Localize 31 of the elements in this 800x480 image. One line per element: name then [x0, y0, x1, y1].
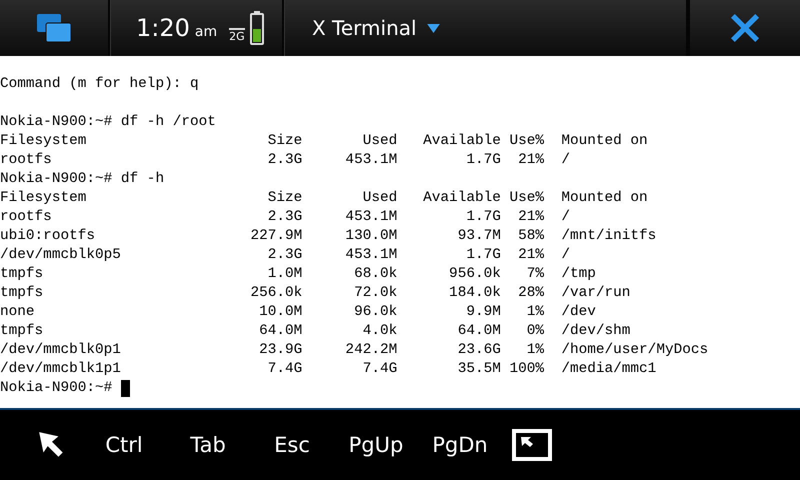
terminal-line: none 10.0M 96.0k 9.9M 1% /dev [0, 303, 596, 322]
terminal-line: /dev/mmcblk0p1 23.9G 242.2M 23.6G 1% /home/user/MyDocs [0, 341, 708, 360]
terminal-area[interactable] [0, 56, 800, 410]
close-icon[interactable] [731, 14, 759, 42]
key-button[interactable]: PgUp [334, 433, 418, 457]
key-button[interactable]: Ctrl [82, 433, 166, 457]
task-switcher-icon[interactable] [37, 14, 71, 42]
terminal-line: tmpfs 1.0M 68.0k 956.0k 7% /tmp [0, 265, 596, 284]
terminal-line: ubi0:rootfs 227.9M 130.0M 93.7M 58% /mnt/initfs [0, 227, 656, 246]
terminal-line: Filesystem Size Used Available Use% Mounted on [0, 132, 648, 151]
key-button[interactable]: Esc [250, 433, 334, 457]
clock-time: 1:20 [136, 14, 190, 42]
terminal-line: tmpfs 256.0k 72.0k 184.0k 28% /var/run [0, 284, 630, 303]
clock-ampm: am [194, 24, 218, 40]
terminal-line: Filesystem Size Used Available Use% Mounted on [0, 189, 648, 208]
network-label: 2G [229, 28, 245, 42]
terminal-line: /dev/mmcblk1p1 7.4G 7.4G 35.5M 100% /media/mmc1 [0, 360, 656, 379]
terminal-line: Command (m for help): q [0, 75, 199, 94]
terminal-line: rootfs 2.3G 453.1M 1.7G 21% / [0, 208, 570, 227]
terminal-prompt: Nokia-N900:~# [0, 379, 114, 398]
terminal-line: tmpfs 64.0M 4.0k 64.0M 0% /dev/shm [0, 322, 630, 341]
terminal-line: rootfs 2.3G 453.1M 1.7G 21% / [0, 151, 570, 170]
key-button[interactable]: PgDn [418, 433, 502, 457]
terminal-line: Nokia-N900:~# df -h [0, 170, 164, 189]
window-title-menu[interactable]: X Terminal [312, 16, 440, 40]
terminal-line: Nokia-N900:~# df -h /root [0, 113, 216, 132]
caret-icon [426, 24, 440, 32]
key-button[interactable]: Tab [166, 433, 250, 457]
terminal-line: /dev/mmcblk0p5 2.3G 453.1M 1.7G 21% / [0, 246, 570, 265]
battery-icon [250, 11, 264, 45]
fullscreen-icon [512, 429, 552, 461]
